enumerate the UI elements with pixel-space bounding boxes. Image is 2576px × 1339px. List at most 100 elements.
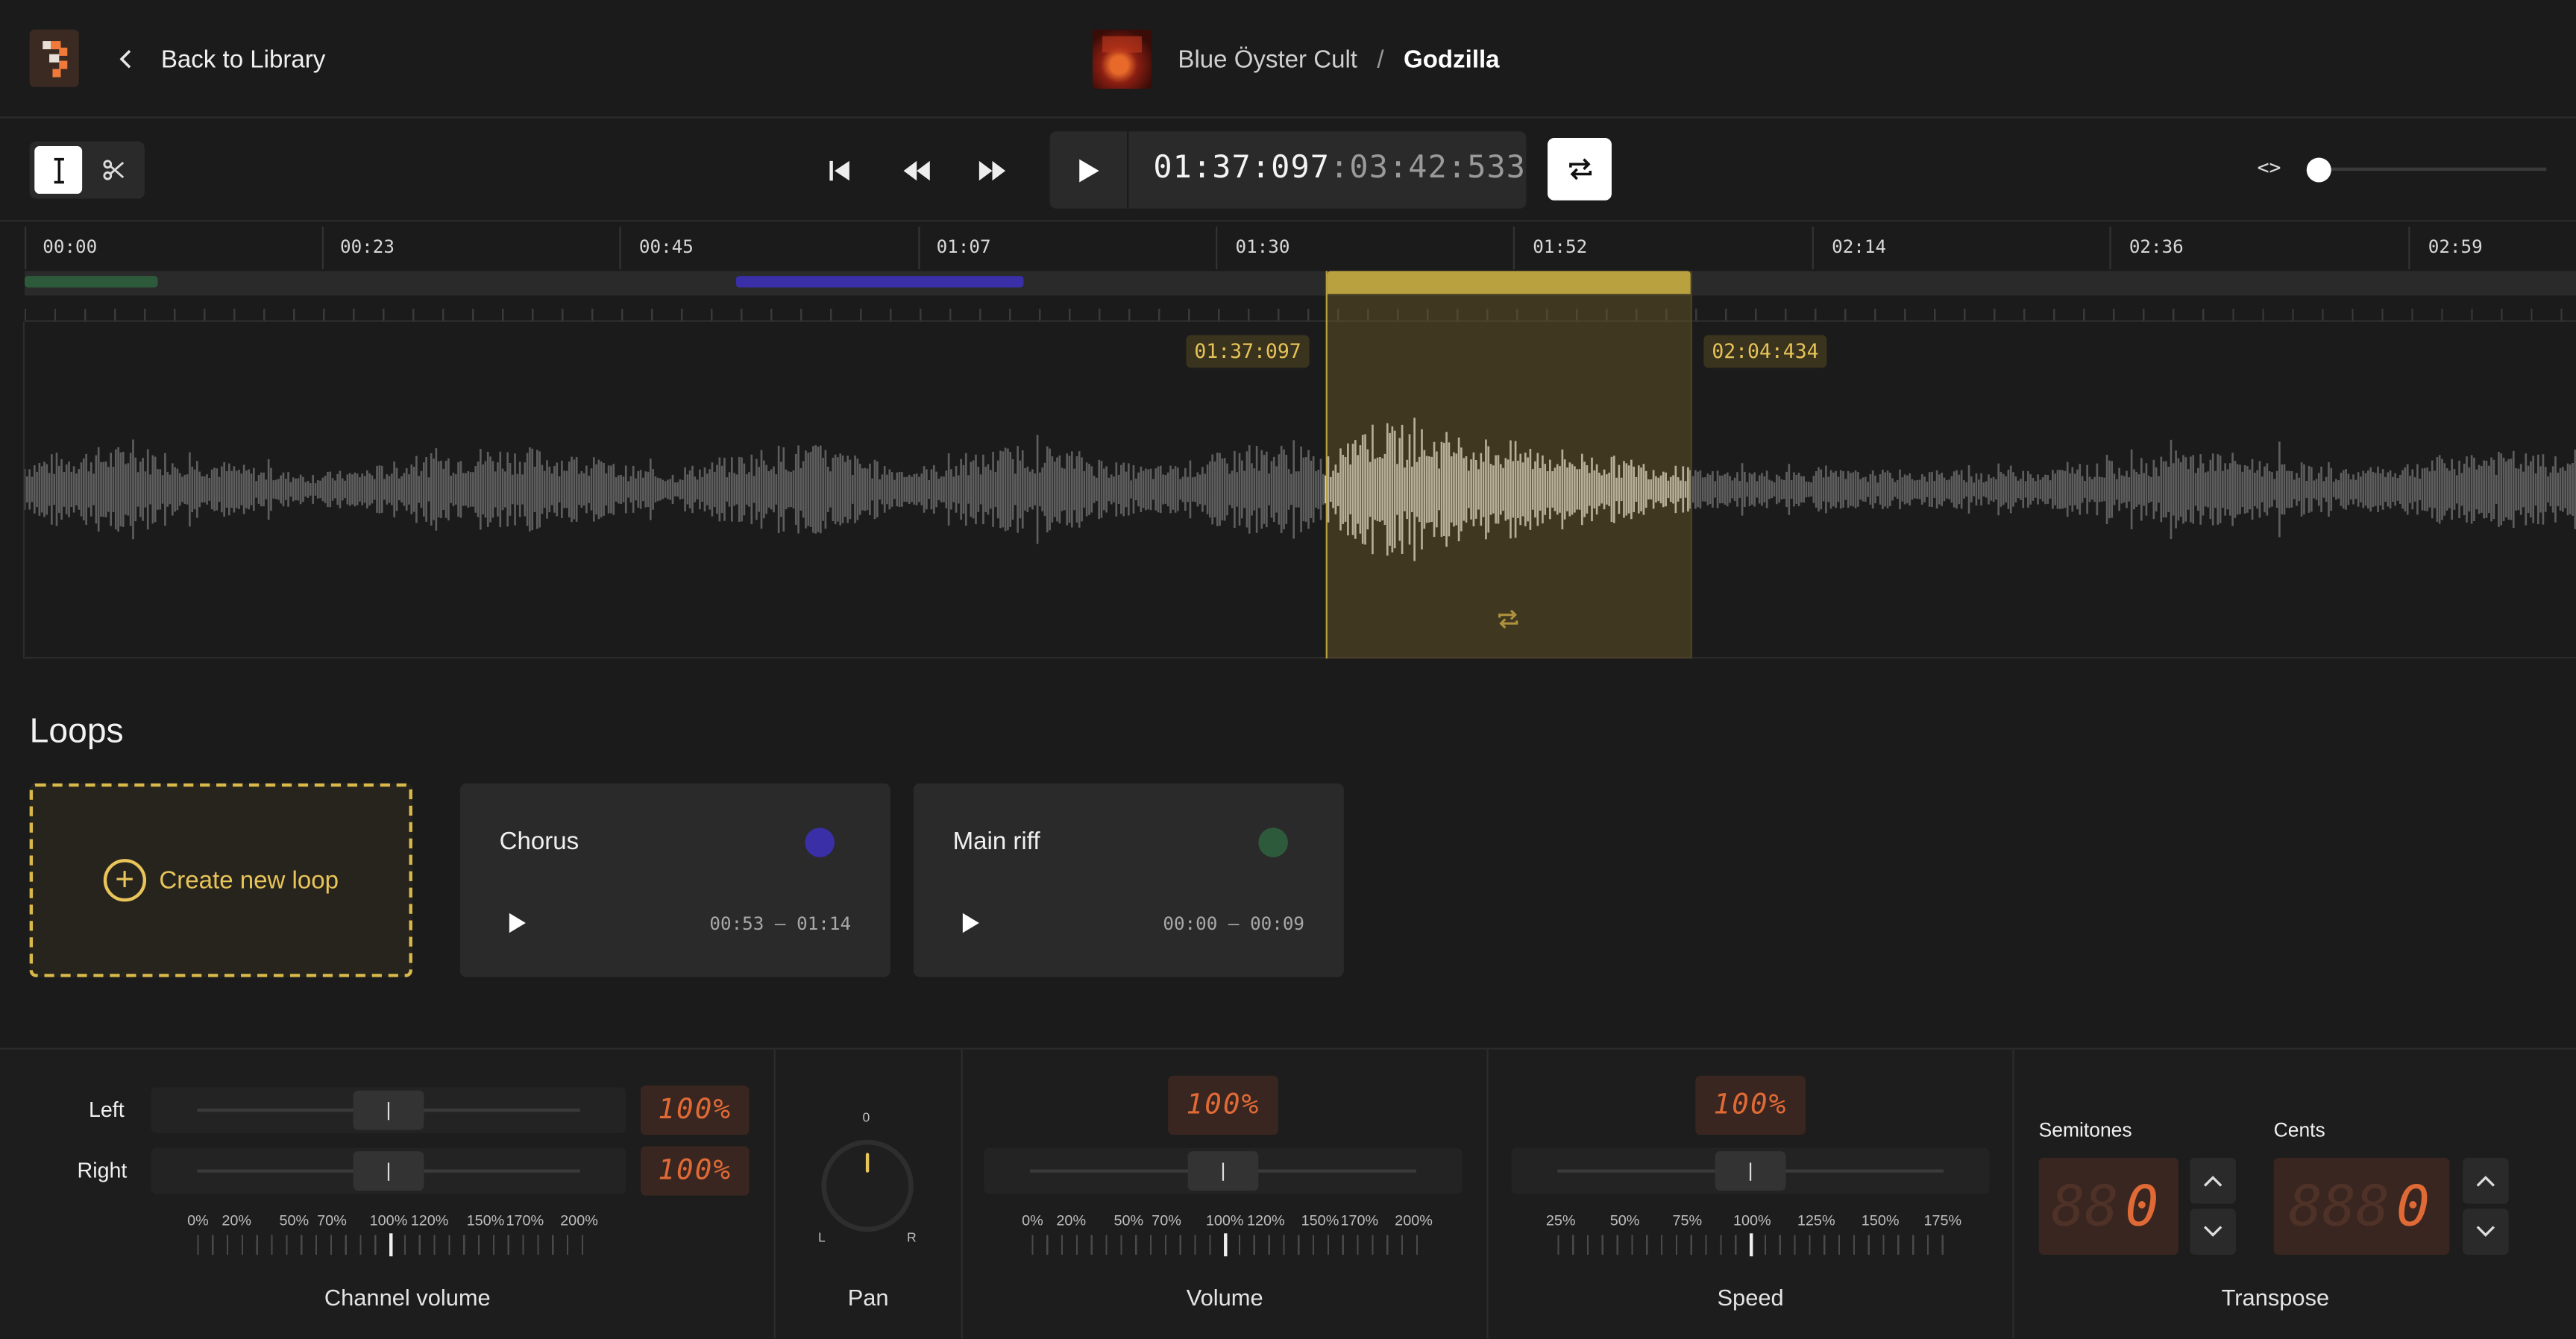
semitones-display: 88 0 xyxy=(2038,1157,2178,1255)
timeline-ruler[interactable]: 00:00 00:23 00:45 01:07 01:30 01:52 02:1… xyxy=(25,224,2576,270)
zoom-slider[interactable] xyxy=(2319,167,2547,171)
pan-label: Pan xyxy=(847,1284,889,1311)
cents-down-button[interactable] xyxy=(2462,1209,2509,1255)
semitones-dim-digits: 88 xyxy=(2051,1173,2119,1240)
tick-label: 02:59 xyxy=(2428,236,2483,258)
selection-end-tag: 02:04:434 xyxy=(1703,335,1827,368)
cents-up-button[interactable] xyxy=(2462,1157,2509,1204)
repeat-icon xyxy=(1568,158,1591,180)
loop-region-strip[interactable] xyxy=(25,271,2576,296)
semitones-value: 0 xyxy=(2125,1173,2159,1240)
loop-card-main-riff[interactable]: Main riff 00:00 – 00:09 xyxy=(913,783,1344,977)
volume-scale: 0% 20% 50% 70% 100% 120% 150% 170% 200% xyxy=(1022,1212,1433,1229)
slider-thumb[interactable] xyxy=(1715,1151,1786,1191)
left-channel-value: 100% xyxy=(641,1086,750,1135)
loop-card-chorus[interactable]: Chorus 00:53 – 01:14 xyxy=(459,783,890,977)
loops-heading: Loops xyxy=(29,713,124,751)
pan-right-label: R xyxy=(906,1229,917,1245)
semitones-label: Semitones xyxy=(2038,1118,2132,1141)
volume-ticks xyxy=(1031,1233,1420,1257)
album-art xyxy=(1092,29,1152,89)
chevron-down-icon xyxy=(2203,1226,2222,1237)
cents-dim-digits: 888 xyxy=(2288,1173,2390,1240)
left-channel-slider[interactable] xyxy=(151,1087,626,1133)
loop-color-dot[interactable] xyxy=(805,828,835,857)
back-label: Back to Library xyxy=(160,45,326,74)
transpose-label: Transpose xyxy=(2221,1284,2330,1311)
right-channel-slider[interactable] xyxy=(151,1147,626,1194)
zoom-icon: <> xyxy=(2257,156,2281,180)
tick-label: 01:30 xyxy=(1235,236,1290,258)
scissors-tool-button[interactable] xyxy=(90,146,138,194)
slider-thumb[interactable] xyxy=(353,1151,424,1191)
tick-label: 00:45 xyxy=(638,236,694,258)
volume-slider[interactable] xyxy=(984,1147,1463,1194)
artist-name: Blue Öyster Cult xyxy=(1178,45,1357,74)
loop-name: Chorus xyxy=(499,828,579,856)
speed-slider[interactable] xyxy=(1511,1147,1990,1194)
speed-scale: 25% 50% 75% 100% 125% 150% 175% xyxy=(1545,1212,1962,1229)
create-loop-label: Create new loop xyxy=(159,866,339,895)
plus-circle-icon: + xyxy=(103,859,146,902)
semitones-down-button[interactable] xyxy=(2190,1209,2237,1255)
pan-left-label: L xyxy=(817,1229,826,1245)
back-to-library-link[interactable]: Back to Library xyxy=(115,36,325,82)
channel-volume-label: Channel volume xyxy=(324,1284,491,1311)
loop-range: 00:53 – 01:14 xyxy=(709,913,852,935)
channel-volume-ticks xyxy=(197,1233,585,1257)
fast-forward-icon xyxy=(978,160,1006,181)
scissors-icon xyxy=(103,160,125,180)
loop-selection[interactable] xyxy=(1325,271,1692,659)
right-channel-label: Right xyxy=(77,1157,128,1183)
semitones-up-button[interactable] xyxy=(2190,1157,2237,1204)
waveform xyxy=(25,418,2576,561)
tick-label: 00:00 xyxy=(43,236,98,258)
play-button[interactable] xyxy=(1050,131,1129,209)
tick-label: 01:52 xyxy=(1533,236,1588,258)
chevron-up-icon xyxy=(2203,1176,2222,1187)
fast-forward-button[interactable] xyxy=(970,148,1016,194)
loop-name: Main riff xyxy=(952,828,1040,856)
time-display: 01:37:097:03:42:533 xyxy=(1049,131,1527,209)
zoom-slider-thumb[interactable] xyxy=(2306,157,2331,183)
chevron-up-icon xyxy=(2476,1176,2495,1187)
text-cursor-icon xyxy=(53,157,63,183)
slider-thumb[interactable] xyxy=(353,1090,424,1130)
cents-value: 0 xyxy=(2396,1173,2430,1240)
skip-back-icon xyxy=(829,160,849,181)
chevron-down-icon xyxy=(2476,1226,2495,1237)
skip-to-start-button[interactable] xyxy=(817,148,863,194)
tool-group xyxy=(29,141,145,199)
slider-thumb[interactable] xyxy=(1187,1151,1259,1191)
app-logo xyxy=(29,29,79,87)
tick-label: 02:14 xyxy=(1832,236,1887,258)
current-time: 01:37:097 xyxy=(1153,149,1331,186)
play-icon[interactable] xyxy=(506,912,529,935)
tick-label: 01:07 xyxy=(936,236,991,258)
loop-color-dot[interactable] xyxy=(1258,828,1288,857)
selection-handle-bar[interactable] xyxy=(1327,271,1691,294)
speed-label: Speed xyxy=(1717,1284,1784,1311)
chevron-left-icon xyxy=(119,50,131,69)
time-readout: 01:37:097:03:42:533 xyxy=(1153,149,1527,186)
text-cursor-tool-button[interactable] xyxy=(34,146,83,194)
breadcrumb-separator: / xyxy=(1377,45,1384,74)
speed-ticks xyxy=(1557,1233,1949,1257)
tick-label: 00:23 xyxy=(339,236,395,258)
create-new-loop-button[interactable]: + Create new loop xyxy=(29,783,412,977)
right-channel-value: 100% xyxy=(641,1146,750,1196)
volume-value: 100% xyxy=(1168,1075,1278,1135)
pan-knob[interactable] xyxy=(821,1139,914,1232)
cents-display: 888 0 xyxy=(2273,1157,2450,1255)
timeline-minor-ticks xyxy=(25,295,2576,322)
selection-start-tag: 01:37:097 xyxy=(1186,335,1310,368)
waveform-area[interactable] xyxy=(25,322,2576,659)
play-icon[interactable] xyxy=(959,912,982,935)
loop-region-main-riff[interactable] xyxy=(25,276,158,288)
loop-region-chorus[interactable] xyxy=(735,276,1024,288)
loop-range: 00:00 – 00:09 xyxy=(1163,913,1305,935)
song-title: Godzilla xyxy=(1404,45,1500,74)
rewind-button[interactable] xyxy=(893,148,940,194)
channel-volume-scale: 0% 20% 50% 70% 100% 120% 150% 170% 200% xyxy=(187,1212,598,1229)
loop-toggle-button[interactable] xyxy=(1548,138,1612,201)
